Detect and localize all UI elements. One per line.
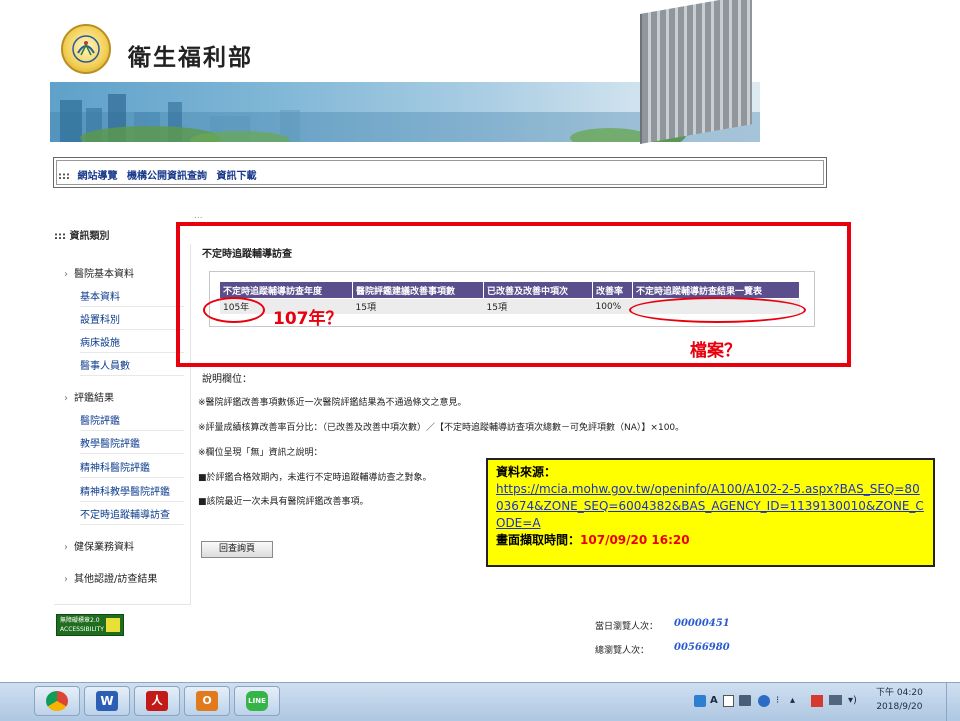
- col-header-improved-items: 已改善及改善中項次: [483, 282, 593, 299]
- chevron-right-icon: ›: [64, 542, 68, 553]
- sidebar-category-evaluation[interactable]: › 評鑑結果: [64, 389, 114, 404]
- taskbar-word-button[interactable]: W: [84, 686, 130, 716]
- sidebar-category-insurance[interactable]: › 健保業務資料: [64, 538, 134, 553]
- note-line: ※評量成績核算改善率百分比：（已改善及改善中項次數）／【不定時追蹤輔導訪查項次總…: [198, 423, 685, 433]
- chrome-icon: [46, 691, 68, 711]
- taskbar-pdf-button[interactable]: 人: [134, 686, 180, 716]
- cell-improvement-rate: 100%: [592, 298, 633, 314]
- accessibility-mark-icon: [106, 618, 120, 632]
- sidebar-item-psych-eval[interactable]: 精神科醫院評鑑: [80, 459, 184, 478]
- sidebar-item-follow-up-visit[interactable]: 不定時追蹤輔導訪查: [80, 506, 184, 525]
- tray-expand-icon[interactable]: ▴: [790, 695, 795, 706]
- note-line: ※醫院評鑑改善事項數係近一次醫院評鑑結果為不通過條文之意見。: [198, 398, 467, 408]
- word-icon: W: [96, 691, 118, 711]
- sidebar-item-staff[interactable]: 醫事人員數: [80, 357, 184, 376]
- ime-help-icon[interactable]: [758, 695, 770, 707]
- col-header-improvement-rate: 改善率: [592, 282, 633, 299]
- year-question-annotation: 107年？: [273, 309, 343, 329]
- ministry-building-image: [640, 0, 752, 145]
- sidebar-item-beds[interactable]: 病床設施: [80, 334, 184, 353]
- sidebar-title: ::: 資訊類別: [54, 231, 110, 242]
- sidebar-category-hospital-basic[interactable]: › 醫院基本資料: [64, 265, 134, 280]
- line-icon: LINE: [246, 691, 268, 711]
- breadcrumb-prefix: :::: [58, 171, 70, 182]
- ime-options-icon[interactable]: ⁝: [776, 695, 779, 706]
- sidebar-category-other-certification[interactable]: › 其他認證/訪查結果: [64, 570, 157, 585]
- ministry-emblem-icon: [72, 35, 100, 63]
- col-header-year: 不定時追蹤輔導訪查年度: [220, 282, 353, 299]
- back-to-query-button[interactable]: 回查詢頁: [201, 541, 273, 558]
- pdf-icon: 人: [146, 691, 168, 711]
- clock-time: 下午 04:20: [876, 688, 923, 698]
- clock-date: 2018/9/20: [876, 702, 923, 712]
- sidebar-item-psych-teaching-eval[interactable]: 精神科教學醫院評鑑: [80, 483, 184, 502]
- file-question-annotation: 檔案？: [690, 341, 741, 361]
- total-visits-value: 00566980: [674, 642, 730, 653]
- sidebar-item-departments[interactable]: 設置科別: [80, 311, 184, 330]
- year-highlight-ellipse: [203, 297, 265, 323]
- banner-edge: [760, 82, 830, 142]
- chevron-right-icon: ›: [64, 574, 68, 585]
- action-center-flag-icon[interactable]: [811, 695, 823, 707]
- note-line: ■於評鑑合格效期內，未進行不定時追蹤輔導訪查之對象。: [198, 473, 432, 483]
- sidebar-item-hospital-eval[interactable]: 醫院評鑑: [80, 412, 184, 431]
- cell-improvement-items: 15項: [352, 298, 484, 314]
- today-visits-value: 00000451: [674, 618, 730, 629]
- source-label: 資料來源：: [496, 465, 557, 479]
- windows-taskbar: W 人 O LINE A ⁝ ▴ ▾) 下午 04:20 2018/9/20: [0, 682, 960, 721]
- source-url-link[interactable]: https://mcia.mohw.gov.tw/openinfo/A100/A…: [496, 481, 925, 532]
- col-header-improvement-items: 醫院評鑑建議改善事項數: [352, 282, 484, 299]
- ministry-logo[interactable]: [61, 24, 111, 74]
- notes-title: 說明欄位：: [202, 374, 252, 385]
- taskbar-outlook-button[interactable]: O: [184, 686, 230, 716]
- ime-keyboard-icon[interactable]: [739, 695, 751, 706]
- site-title: 衛生福利部: [128, 44, 253, 71]
- content-dots: ...: [194, 211, 203, 221]
- chevron-right-icon: ›: [64, 269, 68, 280]
- today-visits-label: 當日瀏覽人次：: [595, 622, 659, 632]
- taskbar-line-button[interactable]: LINE: [234, 686, 280, 716]
- sidebar-item-basic-data[interactable]: 基本資料: [80, 288, 184, 307]
- source-callout: 資料來源： https://mcia.mohw.gov.tw/openinfo/…: [486, 458, 935, 567]
- show-desktop-button[interactable]: [946, 683, 960, 721]
- capture-time-value: 107/09/20 16:20: [580, 533, 690, 547]
- ime-mode-indicator[interactable]: A: [710, 695, 718, 706]
- section-title: 不定時追蹤輔導訪查: [202, 249, 292, 260]
- breadcrumb-disclosure-link[interactable]: 機構公開資訊查詢: [127, 171, 207, 182]
- breadcrumb-download-link[interactable]: 資訊下載: [216, 171, 256, 182]
- taskbar-chrome-button[interactable]: [34, 686, 80, 716]
- taskbar-clock[interactable]: 下午 04:20 2018/9/20: [876, 686, 923, 714]
- breadcrumb-sitemap-link[interactable]: 網站導覽: [77, 171, 117, 182]
- cell-improved-items: 15項: [483, 298, 593, 314]
- capture-time-label: 畫面擷取時間：: [496, 533, 581, 547]
- total-visits-label: 總瀏覽人次：: [595, 646, 650, 656]
- note-line: ■該院最近一次未具有醫院評鑑改善事項。: [198, 497, 369, 507]
- volume-icon[interactable]: ▾): [848, 695, 857, 706]
- language-bar-icon[interactable]: [694, 695, 706, 707]
- ime-window-icon[interactable]: [723, 695, 734, 707]
- outlook-icon: O: [196, 691, 218, 711]
- sidebar-item-teaching-eval[interactable]: 教學醫院評鑑: [80, 435, 184, 454]
- chevron-right-icon: ›: [64, 393, 68, 404]
- accessibility-badge[interactable]: 無障礙標章2.0 ACCESSIBILITY: [56, 614, 124, 636]
- note-line: ※欄位呈現「無」資訊之說明：: [198, 448, 323, 458]
- file-highlight-ellipse: [629, 297, 806, 323]
- network-icon[interactable]: [829, 695, 842, 705]
- breadcrumb: ::: 網站導覽 機構公開資訊查詢 資訊下載: [58, 167, 262, 182]
